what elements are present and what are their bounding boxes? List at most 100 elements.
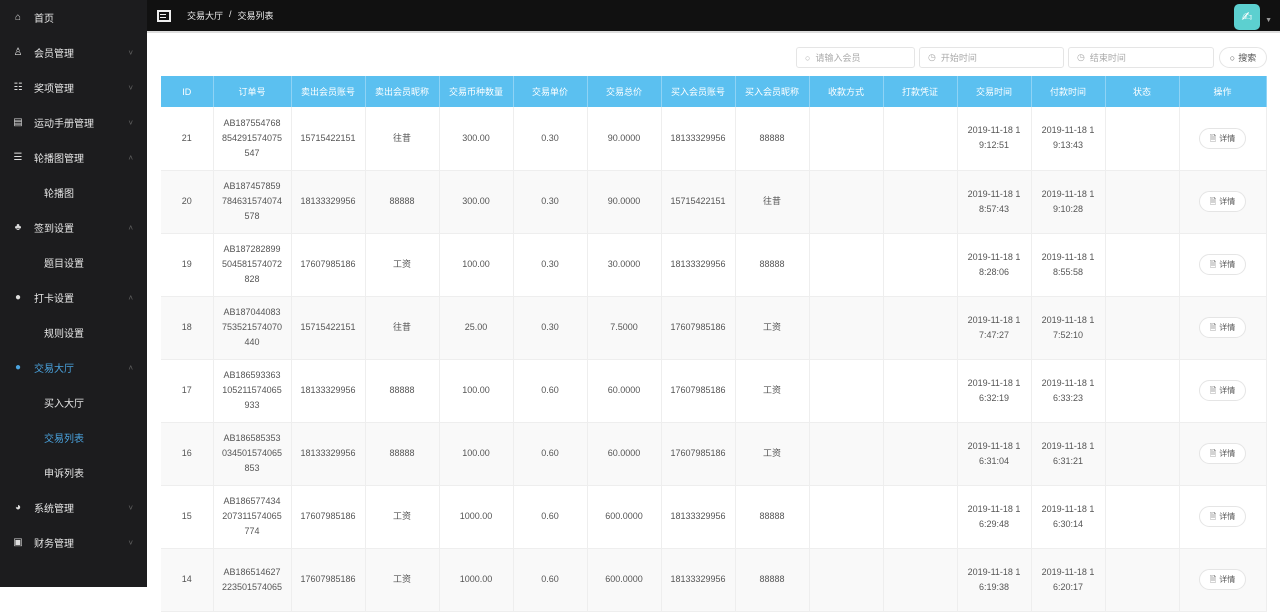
detail-button[interactable]: 🗎 详情 <box>1198 317 1247 338</box>
table-cell: 0.60 <box>513 548 588 612</box>
column-header: 付款时间 <box>1031 76 1106 107</box>
table-cell: 300.00 <box>439 107 514 171</box>
sidebar-item[interactable]: ▣ 财务管理 ˅ <box>0 525 147 560</box>
table-row: 21 AB187554768854291574075547 15715422151 往… <box>161 107 1267 171</box>
table-cell: 往昔 <box>365 296 440 360</box>
table-cell: AB186514627223501574065 <box>213 548 292 612</box>
sidebar-subitem[interactable]: 申诉列表 <box>0 455 147 490</box>
table-cell <box>883 548 958 612</box>
column-header: 买入会员账号 <box>661 76 736 107</box>
table-cell: AB187282899504581574072828 <box>213 233 292 297</box>
table-cell <box>809 548 884 612</box>
table-cell <box>883 359 958 423</box>
table-cell <box>1105 107 1180 171</box>
table-cell: 1000.00 <box>439 485 514 549</box>
sidebar-item-label: 交易大厅 <box>34 364 74 375</box>
table-cell: 18133329956 <box>661 485 736 549</box>
menu-toggle-icon[interactable] <box>157 9 171 22</box>
breadcrumb-parent[interactable]: 交易大厅 <box>187 9 223 22</box>
column-header: ID <box>161 76 214 107</box>
circle-icon: ● <box>14 292 22 303</box>
sidebar-item[interactable]: ● 交易大厅 ˄ <box>0 350 147 385</box>
table-cell: 0.30 <box>513 170 588 234</box>
file-icon: 🗎 <box>1209 133 1217 143</box>
sidebar-subitem[interactable]: 题目设置 <box>0 245 147 280</box>
table-cell: 17607985186 <box>661 296 736 360</box>
table-cell: 88888 <box>365 170 440 234</box>
breadcrumb-separator: / <box>229 9 232 19</box>
detail-button[interactable]: 🗎 详情 <box>1198 443 1247 464</box>
table-cell: AB186593363105211574065933 <box>213 359 292 423</box>
sitemap-icon: ♣ <box>14 222 22 233</box>
table-header-row: ID 订单号 卖出会员账号 卖出会员昵称 交易币种数量 交易单价 交易总价 买入会员账号 买入会… <box>161 76 1267 107</box>
table-cell: 17607985186 <box>291 233 366 297</box>
table-cell: 2019-11-18 16:31:21 <box>1031 422 1106 486</box>
table-cell: 16 <box>161 422 214 486</box>
column-header: 卖出会员账号 <box>291 76 366 107</box>
member-search-input[interactable]: ○ 请输入会员 <box>796 47 915 68</box>
table-cell: 工资 <box>735 296 810 360</box>
detail-button[interactable]: 🗎 详情 <box>1198 191 1247 212</box>
table-cell: 2019-11-18 16:32:19 <box>957 359 1032 423</box>
table-cell: 🗎 详情 <box>1179 548 1267 612</box>
table-cell: 🗎 详情 <box>1179 485 1267 549</box>
table-cell: 25.00 <box>439 296 514 360</box>
table-cell: 2019-11-18 16:29:48 <box>957 485 1032 549</box>
sidebar-subitem[interactable]: 买入大厅 <box>0 385 147 420</box>
table-cell: 100.00 <box>439 233 514 297</box>
table-cell: 2019-11-18 16:19:38 <box>957 548 1032 612</box>
table-cell <box>1105 233 1180 297</box>
table-cell: 17607985186 <box>291 485 366 549</box>
end-time-input[interactable]: ◷ 结束时间 <box>1068 47 1214 68</box>
table-row: 17 AB186593363105211574065933 18133329956 8… <box>161 359 1267 423</box>
file-icon: 🗎 <box>1209 575 1217 584</box>
column-header: 收款方式 <box>809 76 884 107</box>
sidebar-item[interactable]: ♣ 签到设置 ˄ <box>0 210 147 245</box>
caret-down-icon[interactable]: ▼ <box>1265 17 1272 24</box>
finance-icon: ▣ <box>13 537 23 548</box>
sidebar-item[interactable]: ♙ 会员管理 ˅ <box>0 35 147 70</box>
detail-button[interactable]: 🗎 详情 <box>1198 254 1247 275</box>
table-cell: 0.30 <box>513 296 588 360</box>
sidebar-subitem[interactable]: 轮播图 <box>0 175 147 210</box>
table-cell: 🗎 详情 <box>1179 359 1267 423</box>
table-cell: 2019-11-18 18:28:06 <box>957 233 1032 297</box>
table-cell: AB187044083753521574070440 <box>213 296 292 360</box>
file-icon: 🗎 <box>1209 323 1217 332</box>
chevron-icon: ˅ <box>128 83 133 92</box>
table-cell: 工资 <box>735 359 810 423</box>
sidebar-subitem[interactable]: 规则设置 <box>0 315 147 350</box>
table-cell: 0.60 <box>513 422 588 486</box>
table-cell: 18 <box>161 296 214 360</box>
sidebar-item[interactable]: ☷ 奖项管理 ˅ <box>0 70 147 105</box>
sidebar-item[interactable]: ● 打卡设置 ˄ <box>0 280 147 315</box>
detail-button[interactable]: 🗎 详情 <box>1198 380 1247 401</box>
search-icon: ○ <box>805 52 811 63</box>
detail-button[interactable]: 🗎 详情 <box>1198 506 1247 527</box>
sidebar-item[interactable]: ☰ 轮播图管理 ˄ <box>0 140 147 175</box>
table-cell: 0.30 <box>513 107 588 171</box>
sidebar-item-label: 首页 <box>34 14 54 25</box>
table-cell <box>1105 296 1180 360</box>
sidebar-subitem[interactable]: 交易列表 <box>0 420 147 455</box>
table-cell: 15715422151 <box>661 170 736 234</box>
table-row: 16 AB186585353034501574065853 18133329956 8… <box>161 422 1267 486</box>
table-cell: 2019-11-18 18:57:43 <box>957 170 1032 234</box>
table-body: 21 AB187554768854291574075547 15715422151 往… <box>161 107 1267 612</box>
search-button[interactable]: ○ 搜索 <box>1219 47 1267 68</box>
sidebar-item[interactable]: ⌂ 首页 <box>0 0 147 35</box>
column-header: 交易时间 <box>957 76 1032 107</box>
avatar[interactable]: ✍ <box>1234 4 1260 30</box>
column-header: 交易币种数量 <box>439 76 514 107</box>
table-row: 19 AB187282899504581574072828 17607985186 工… <box>161 233 1267 297</box>
table-cell: 2019-11-18 18:55:58 <box>1031 233 1106 297</box>
detail-button[interactable]: 🗎 详情 <box>1198 127 1247 149</box>
sidebar-item[interactable]: ▤ 运动手册管理 ˅ <box>0 105 147 140</box>
file-icon: 🗎 <box>1209 386 1217 395</box>
table-cell: 🗎 详情 <box>1179 170 1267 234</box>
sidebar-item[interactable]: ◕ 系统管理 ˅ <box>0 490 147 525</box>
start-time-input[interactable]: ◷ 开始时间 <box>919 47 1064 68</box>
table-cell: AB187457859784631574074578 <box>213 170 292 234</box>
clock-icon: ◷ <box>1077 52 1085 62</box>
table-cell: 88888 <box>735 485 810 549</box>
